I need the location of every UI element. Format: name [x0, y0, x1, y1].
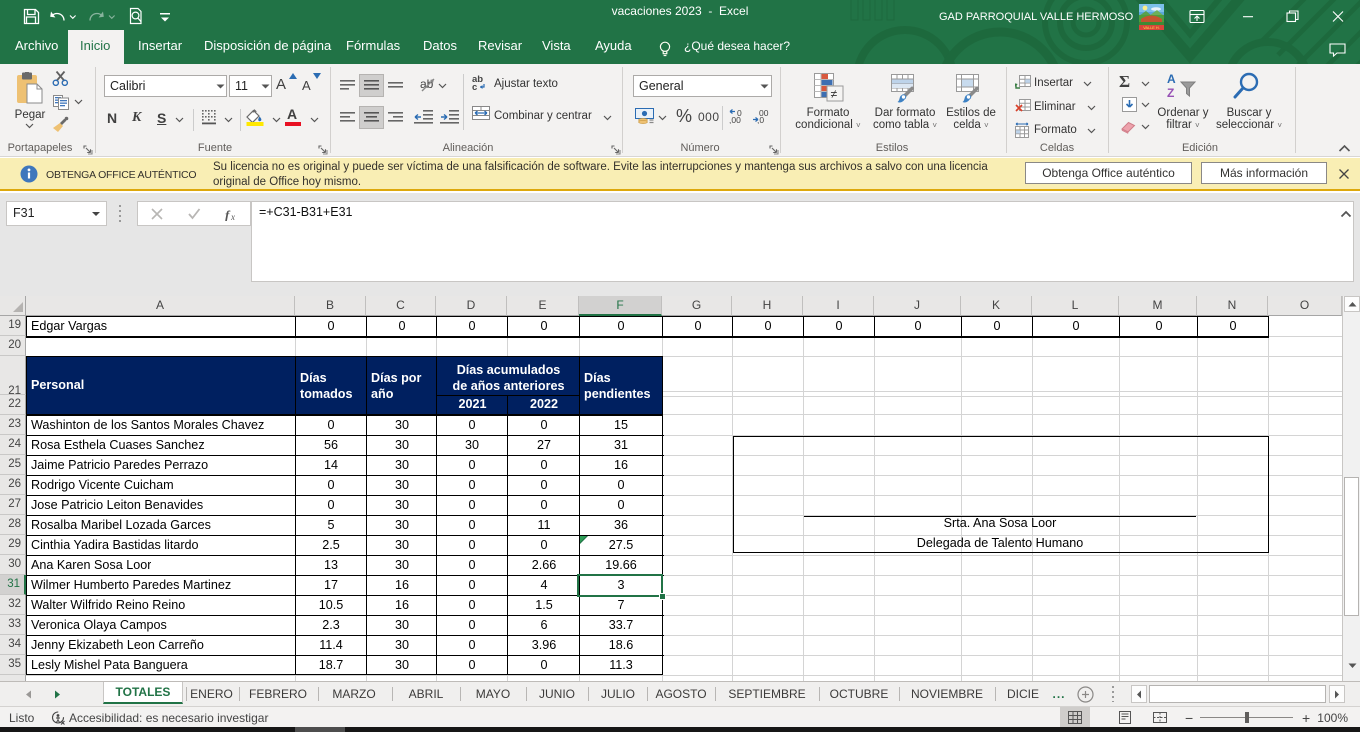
svg-text:c: c [472, 82, 477, 91]
svg-text:A: A [1167, 72, 1176, 86]
svg-text:VALLE H.: VALLE H. [1143, 26, 1159, 30]
svg-text:≠: ≠ [831, 87, 838, 101]
svg-text:Z: Z [1167, 86, 1174, 100]
svg-text:ab: ab [420, 77, 434, 91]
svg-text:x: x [230, 212, 235, 221]
svg-text:,00: ,00 [729, 115, 741, 125]
